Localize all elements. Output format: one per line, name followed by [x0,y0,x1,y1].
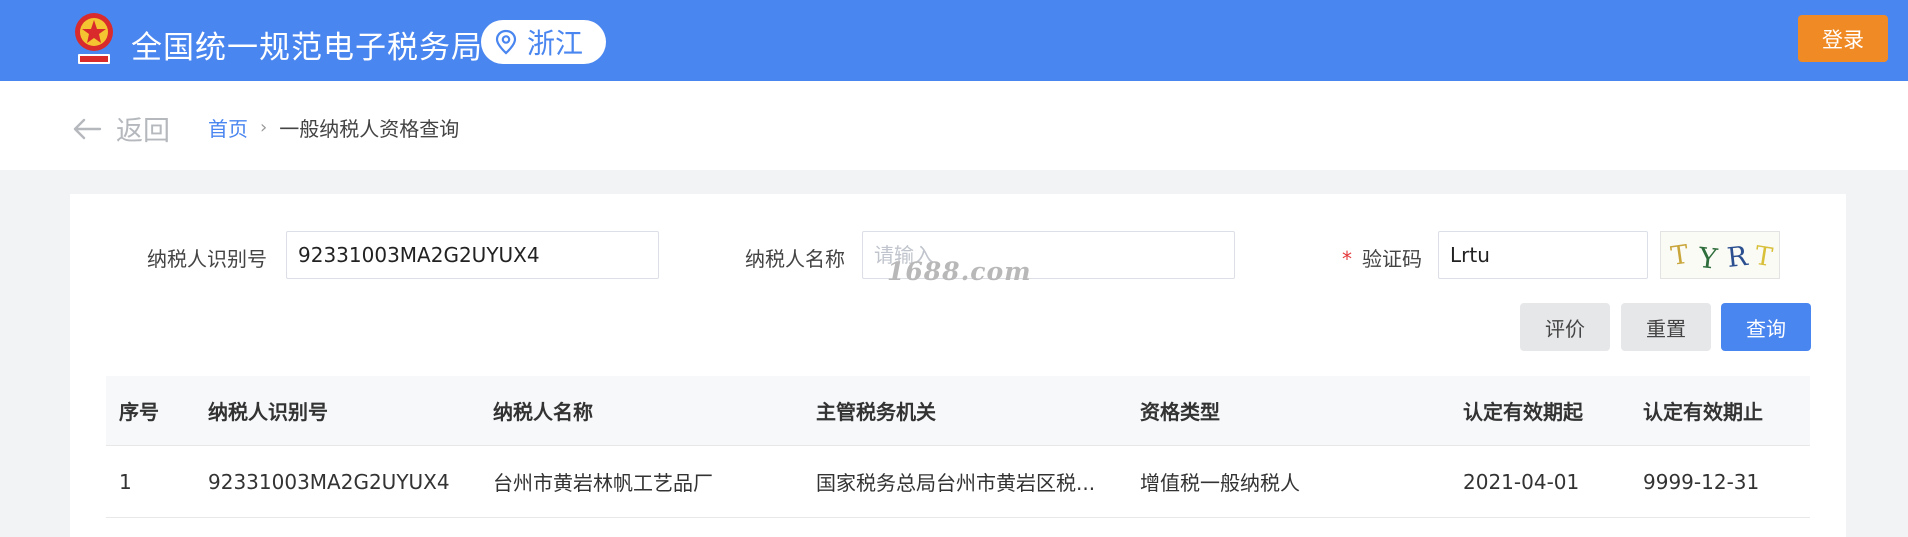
back-label: 返回 [116,116,170,147]
login-button[interactable]: 登录 [1798,15,1888,62]
column-header-taxpayer-name: 纳税人名称 [493,400,593,424]
result-table: 序号 纳税人识别号 纳税人名称 主管税务机关 资格类型 认定有效期起 认定有效期… [106,376,1810,518]
captcha-char-2: Y [1696,241,1719,276]
watermark: 1688.com [887,257,1032,286]
query-card: 纳税人识别号 纳税人名称 * 验证码 T Y R T 评价 重置 查询 序号 纳税… [70,194,1846,537]
back-button[interactable]: 返回 [72,109,170,148]
breadcrumb-home-link[interactable]: 首页 [208,113,248,142]
breadcrumb-current-page: 一般纳税人资格查询 [279,117,460,141]
required-mark: * [1342,247,1352,271]
taxpayer-name-label: 纳税人名称 [745,247,845,271]
column-header-index: 序号 [119,400,159,424]
region-label: 浙江 [527,27,584,60]
cell-taxpayer-id: 92331003MA2G2UYUX4 [208,469,450,494]
query-button[interactable]: 查询 [1721,303,1811,351]
location-pin-icon [495,29,517,55]
table-header: 序号 纳税人识别号 纳税人名称 主管税务机关 资格类型 认定有效期起 认定有效期… [106,376,1810,446]
captcha-glyphs: T Y R T [1669,240,1775,276]
reset-button[interactable]: 重置 [1621,303,1711,351]
cell-tax-authority: 国家税务总局台州市黄岩区税... [816,471,1096,495]
cell-taxpayer-name: 台州市黄岩林帆工艺品厂 [493,471,713,495]
column-header-valid-from: 认定有效期起 [1463,400,1583,424]
taxpayer-id-label: 纳税人识别号 [147,247,267,271]
tax-emblem-icon [75,13,113,64]
captcha-label: * 验证码 [1342,243,1422,272]
navigation-bar: 返回 首页 › 一般纳税人资格查询 [0,81,1908,170]
captcha-image[interactable]: T Y R T [1660,231,1780,279]
captcha-label-text: 验证码 [1362,247,1422,271]
table-row[interactable]: 1 92331003MA2G2UYUX4 台州市黄岩林帆工艺品厂 国家税务总局台… [106,446,1810,518]
breadcrumb: 首页 › 一般纳税人资格查询 [208,113,459,142]
top-header-bar: 全国统一规范电子税务局 浙江 登录 [0,0,1908,81]
cell-valid-from: 2021-04-01 [1463,469,1580,494]
evaluate-button[interactable]: 评价 [1520,303,1610,351]
captcha-char-4: T [1753,241,1775,273]
cell-index: 1 [119,469,132,494]
column-header-taxpayer-id: 纳税人识别号 [208,400,328,424]
column-header-qualification-type: 资格类型 [1140,400,1220,424]
breadcrumb-separator: › [260,117,268,138]
cell-valid-to: 9999-12-31 [1643,469,1760,494]
cell-qualification-type: 增值税一般纳税人 [1140,471,1300,495]
column-header-tax-authority: 主管税务机关 [816,400,936,424]
column-header-valid-to: 认定有效期止 [1643,400,1763,424]
captcha-char-1: T [1669,240,1691,272]
captcha-char-3: R [1726,241,1750,274]
site-title: 全国统一规范电子税务局 [131,30,483,66]
region-selector[interactable]: 浙江 [481,20,606,64]
taxpayer-id-input[interactable] [286,231,659,279]
captcha-input[interactable] [1438,231,1648,279]
arrow-left-icon [73,118,102,139]
